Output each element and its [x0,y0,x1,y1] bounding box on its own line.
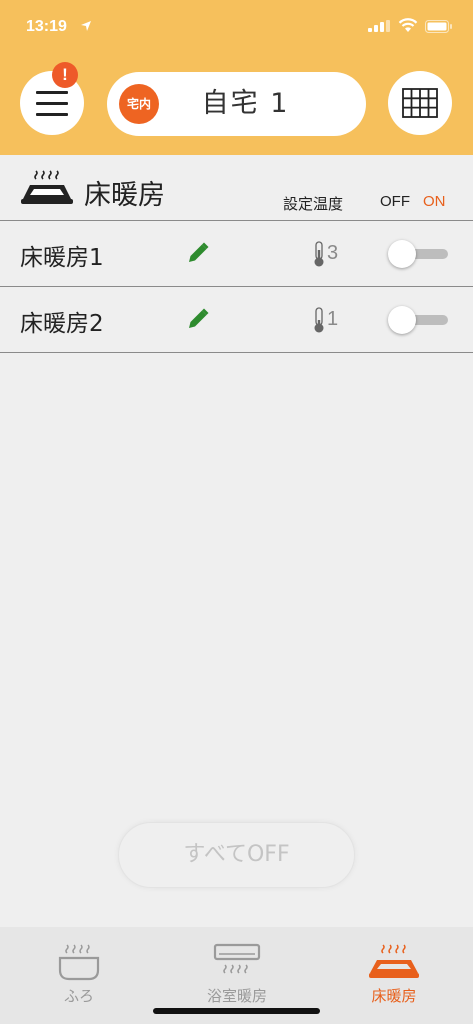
temperature-value: 3 [327,242,339,264]
column-setting-temperature: 設定温度 [283,195,344,213]
home-indicator[interactable] [153,1008,320,1014]
grid-view-button[interactable] [388,71,452,135]
zone-name: 床暖房2 [20,311,104,337]
tab-label: 浴室暖房 [206,987,267,1005]
section-title: 床暖房 [84,180,165,211]
floor-heating-icon [21,170,73,204]
power-toggle[interactable] [388,306,448,334]
temperature-value: 1 [327,308,339,330]
list-item: 床暖房1 3 [0,221,473,287]
thermometer-icon [314,241,324,267]
thermometer-icon [314,307,324,333]
menu-icon [36,91,68,94]
location-name: 自宅 1 [201,88,290,119]
edit-pencil-icon[interactable] [186,241,210,265]
app-header: 13:19 ! 宅内 自宅 1 [0,0,473,155]
wifi-icon [398,18,418,32]
cellular-signal-icon [368,20,390,32]
toggle-knob [388,240,416,268]
all-off-button[interactable]: すべてOFF [118,822,355,888]
list-item: 床暖房2 1 [0,287,473,353]
menu-icon-line [36,113,68,116]
bath-icon [58,944,100,981]
tab-label: 床暖房 [371,987,417,1005]
section-header: 床暖房 設定温度 OFF ON [0,155,473,221]
floor-heating-icon [369,944,419,978]
tab-bath[interactable]: ふろ [0,927,158,1024]
menu-icon-line [36,102,68,105]
menu-button[interactable]: ! [20,62,84,135]
column-on-label: ON [423,193,446,210]
status-time: 13:19 [26,18,67,35]
toggle-knob [388,306,416,334]
edit-pencil-icon[interactable] [186,307,210,331]
bathroom-heater-icon [213,943,261,974]
location-selector[interactable]: 宅内 自宅 1 [107,72,366,136]
zone-name: 床暖房1 [20,245,104,271]
column-off-label: OFF [380,193,410,210]
power-toggle[interactable] [388,240,448,268]
grid-icon [402,88,438,118]
status-bar: 13:19 [0,0,473,50]
battery-icon [425,20,452,33]
notification-badge: ! [52,62,78,88]
tab-label: ふろ [63,987,94,1005]
location-arrow-icon [81,21,91,31]
tab-floor-heating[interactable]: 床暖房 [315,927,473,1024]
